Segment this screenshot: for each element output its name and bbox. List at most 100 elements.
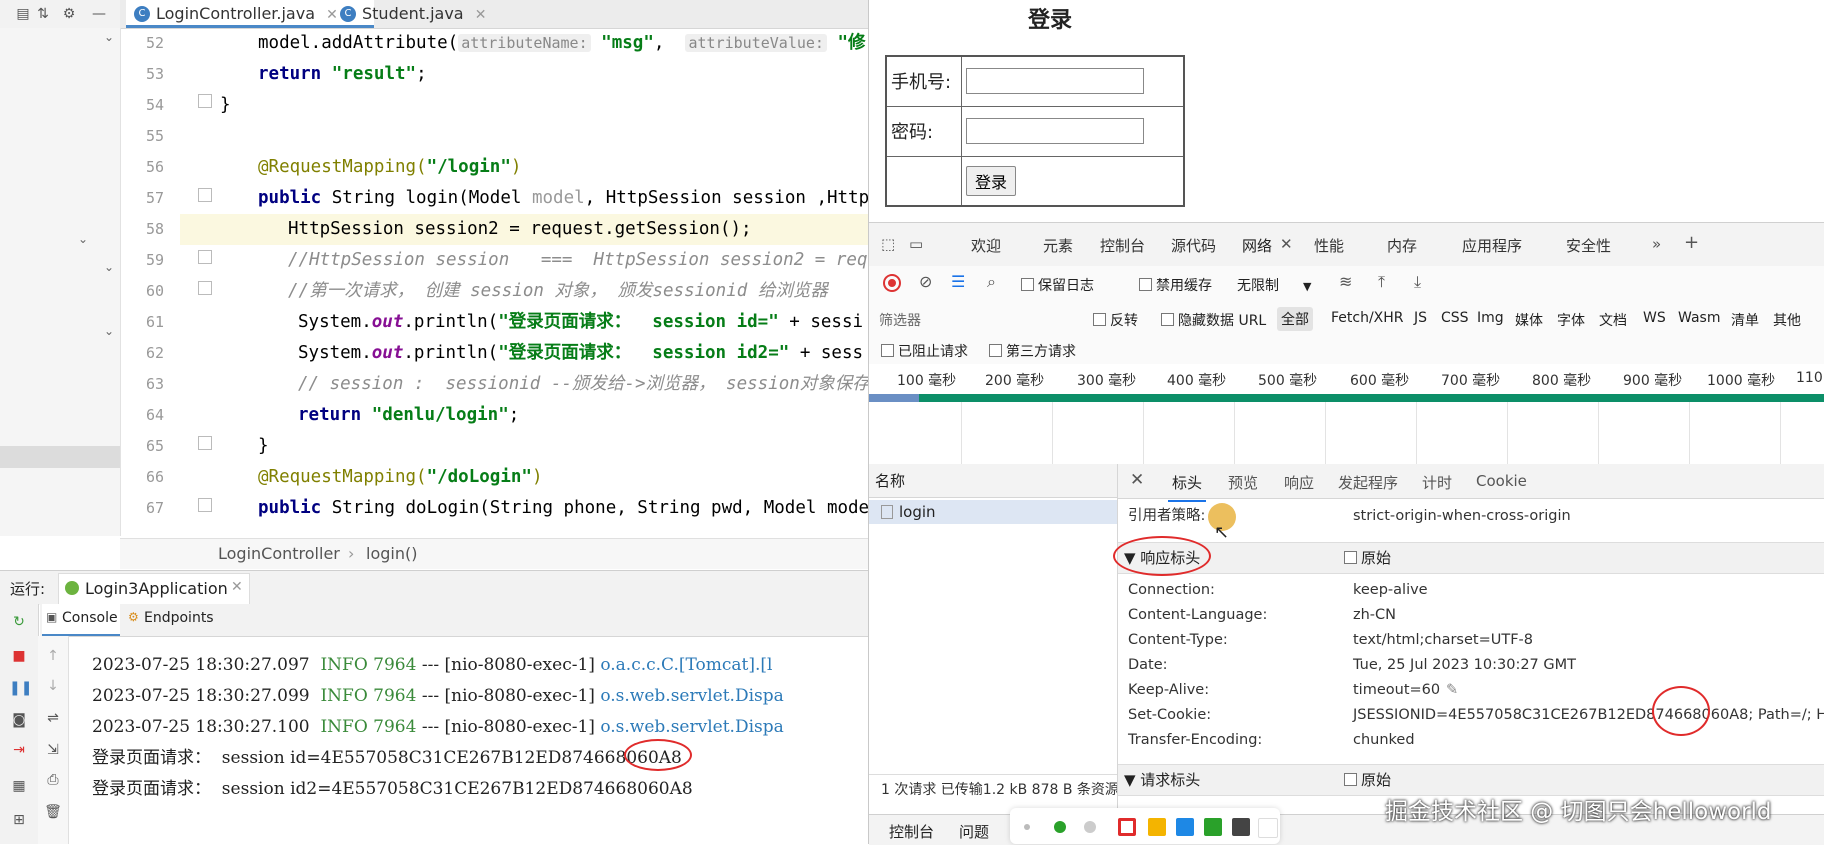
rerun-icon[interactable]: ↻ xyxy=(9,612,29,632)
breadcrumb-class[interactable]: LoginController xyxy=(218,539,340,569)
close-icon[interactable]: ✕ xyxy=(1130,470,1144,490)
disable-cache-checkbox[interactable]: 禁用缓存 xyxy=(1139,275,1212,295)
filter-ws[interactable]: WS xyxy=(1643,310,1666,326)
filter-icon[interactable]: ☰ xyxy=(951,272,965,291)
filter-input[interactable]: 筛选器 xyxy=(879,310,1049,330)
small-dot-icon[interactable] xyxy=(1024,824,1030,830)
response-headers-section[interactable]: ▼ 响应标头 原始 xyxy=(1118,542,1824,574)
network-conditions-icon[interactable]: ≋ xyxy=(1339,272,1352,291)
arrow-up-icon[interactable]: ↑ xyxy=(43,646,63,666)
minimize-icon[interactable]: — xyxy=(90,5,108,23)
close-icon[interactable]: ✕ xyxy=(475,7,487,23)
filter-media[interactable]: 媒体 xyxy=(1515,310,1543,330)
close-icon[interactable]: ✕ xyxy=(1280,235,1293,253)
tab-endpoints[interactable]: ⚙ Endpoints xyxy=(124,604,224,634)
print-icon[interactable]: ⎙ xyxy=(43,770,63,790)
download-icon[interactable]: ⤓ xyxy=(1414,272,1421,292)
network-timeline[interactable]: 100 毫秒 200 毫秒 300 毫秒 400 毫秒 500 毫秒 600 毫… xyxy=(869,364,1824,465)
blue-swatch-icon[interactable] xyxy=(1176,818,1194,836)
soft-wrap-icon[interactable]: ⇌ xyxy=(43,708,63,728)
pin-icon[interactable]: ⊞ xyxy=(9,810,29,830)
tab-network[interactable]: 网络 xyxy=(1242,235,1273,268)
exit-icon[interactable]: ⇥ xyxy=(9,740,29,760)
yellow-swatch-icon[interactable] xyxy=(1148,818,1166,836)
pause-icon[interactable]: ❚❚ xyxy=(9,678,32,698)
edit-icon[interactable]: ✎ xyxy=(1446,678,1458,703)
fold-arrow-icon[interactable]: ⌄ xyxy=(104,260,114,274)
hide-data-url-checkbox[interactable]: 隐藏数据 URL xyxy=(1161,310,1266,330)
dark-swatch-icon[interactable] xyxy=(1232,818,1250,836)
clear-icon[interactable]: ⊘ xyxy=(919,272,932,291)
white-swatch-icon[interactable] xyxy=(1258,818,1278,838)
tab-timing[interactable]: 计时 xyxy=(1422,472,1452,493)
tab-student[interactable]: C Student.java ✕ xyxy=(332,0,542,28)
camera-icon[interactable]: ◙ xyxy=(9,710,29,730)
blocked-requests-checkbox[interactable]: 已阻止请求 xyxy=(881,341,968,361)
trash-icon[interactable]: 🗑 xyxy=(43,802,63,822)
tab-memory[interactable]: 内存 xyxy=(1387,235,1417,256)
filter-font[interactable]: 字体 xyxy=(1557,310,1585,330)
gray-dot-icon[interactable] xyxy=(1084,821,1096,833)
console-output[interactable]: 2023-07-25 18:30:27.097 INFO 7964 --- [n… xyxy=(68,636,868,844)
green-swatch-icon[interactable] xyxy=(1204,818,1222,836)
throttle-select[interactable]: 无限制 ▼ xyxy=(1237,275,1311,295)
inspect-icon[interactable]: ⬚ xyxy=(881,235,895,253)
tab-welcome[interactable]: 欢迎 xyxy=(971,235,1001,256)
gear-icon[interactable]: ⚙ xyxy=(60,5,78,23)
structure-icon[interactable]: ▤ xyxy=(14,5,32,23)
tab-application[interactable]: 应用程序 xyxy=(1462,235,1522,256)
invert-checkbox[interactable]: 反转 xyxy=(1093,310,1138,330)
tab-console[interactable]: 控制台 xyxy=(1100,235,1145,256)
tab-sources[interactable]: 源代码 xyxy=(1171,235,1216,256)
stop-icon[interactable]: ■ xyxy=(9,646,29,666)
filter-js[interactable]: JS xyxy=(1414,310,1427,326)
tab-response[interactable]: 响应 xyxy=(1284,472,1314,493)
tab-preview[interactable]: 预览 xyxy=(1228,472,1258,493)
tab-console[interactable]: ▣ Console xyxy=(42,604,120,636)
filter-img[interactable]: Img xyxy=(1477,310,1504,326)
code-editor[interactable]: model.addAttribute(attributeName: "msg",… xyxy=(180,28,868,536)
device-toolbar-icon[interactable]: ▭ xyxy=(909,235,923,253)
filter-css[interactable]: CSS xyxy=(1441,310,1469,326)
preserve-log-checkbox[interactable]: 保留日志 xyxy=(1021,275,1094,295)
name-column-header[interactable]: 名称 xyxy=(869,464,1117,498)
more-tabs-icon[interactable]: » xyxy=(1652,235,1661,253)
scroll-end-icon[interactable]: ⇲ xyxy=(43,740,63,760)
drawer-tab-console[interactable]: 控制台 xyxy=(889,821,934,842)
breadcrumb-method[interactable]: login() xyxy=(366,539,417,569)
collapse-icon[interactable]: ⇅ xyxy=(34,5,52,23)
tab-elements[interactable]: 元素 xyxy=(1043,235,1073,256)
record-icon[interactable] xyxy=(883,274,901,292)
tab-cookies[interactable]: Cookie xyxy=(1476,472,1527,490)
raw-checkbox[interactable]: 原始 xyxy=(1344,765,1391,795)
third-party-checkbox[interactable]: 第三方请求 xyxy=(989,341,1076,361)
raw-checkbox[interactable]: 原始 xyxy=(1344,543,1391,573)
request-row[interactable]: login xyxy=(869,500,1117,524)
tab-security[interactable]: 安全性 xyxy=(1566,235,1611,256)
filter-all[interactable]: 全部 xyxy=(1277,307,1313,331)
upload-icon[interactable]: ⤒ xyxy=(1378,272,1385,292)
phone-input[interactable] xyxy=(966,68,1144,95)
fold-arrow-icon[interactable]: ⌄ xyxy=(104,324,114,338)
filter-other[interactable]: 其他 xyxy=(1773,310,1801,330)
fold-arrow-icon[interactable]: ⌄ xyxy=(78,232,88,246)
drawer-tab-issues[interactable]: 问题 xyxy=(959,821,989,842)
password-input[interactable] xyxy=(966,118,1144,144)
layout-icon[interactable]: ▦ xyxy=(9,776,29,796)
green-dot-icon[interactable] xyxy=(1054,821,1066,833)
tab-headers[interactable]: 标头 xyxy=(1167,472,1207,502)
filter-fetch-xhr[interactable]: Fetch/XHR xyxy=(1331,310,1404,326)
run-config-tab[interactable]: Login3Application ✕ xyxy=(58,573,250,605)
filter-doc[interactable]: 文档 xyxy=(1599,310,1627,330)
filter-wasm[interactable]: Wasm xyxy=(1678,310,1720,326)
fold-arrow-icon[interactable]: ⌄ xyxy=(104,30,114,44)
red-swatch-icon[interactable] xyxy=(1118,818,1136,836)
close-icon[interactable]: ✕ xyxy=(231,579,243,595)
filter-manifest[interactable]: 清单 xyxy=(1731,310,1759,330)
tab-performance[interactable]: 性能 xyxy=(1314,235,1344,256)
login-button[interactable]: 登录 xyxy=(966,165,1017,196)
search-icon[interactable]: ⌕ xyxy=(987,272,996,292)
add-tab-icon[interactable]: + xyxy=(1684,232,1699,253)
tab-initiator[interactable]: 发起程序 xyxy=(1338,472,1398,493)
arrow-down-icon[interactable]: ↓ xyxy=(43,676,63,696)
